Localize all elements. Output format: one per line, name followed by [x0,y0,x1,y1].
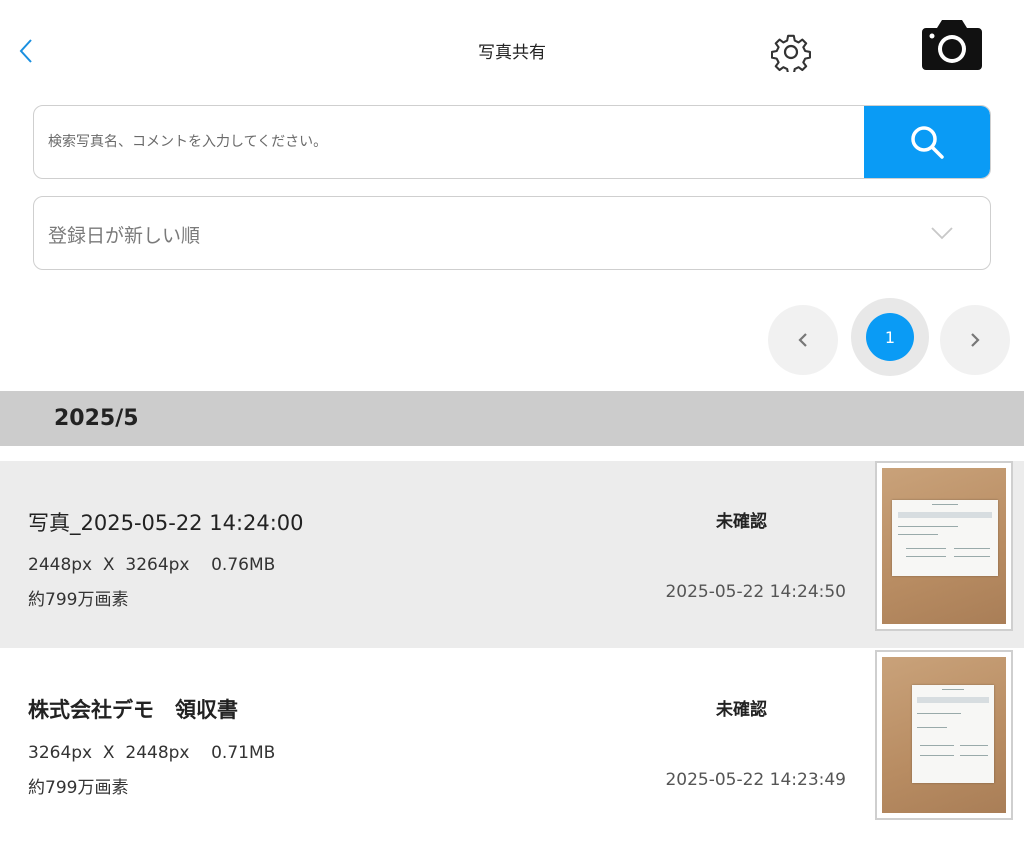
search-button[interactable] [864,106,990,178]
sort-dropdown[interactable]: 登録日が新しい順 [33,196,991,270]
photo-name: 株式会社デモ 領収書 [28,698,238,722]
photo-megapixels: 約799万画素 [28,778,129,798]
chevron-left-icon [19,39,32,63]
photo-name: 写真_2025-05-22 14:24:00 [28,511,304,535]
photo-thumbnail[interactable] [875,650,1013,820]
receipt-photo-image [882,657,1006,813]
chevron-left-icon [798,333,807,347]
photo-dimensions: 3264px X 2448px 0.71MB [28,743,276,763]
photo-thumbnail[interactable] [875,461,1013,631]
search-input[interactable] [34,106,864,178]
page-title: 写真共有 [478,43,546,63]
current-page-button[interactable]: 1 [851,298,929,376]
photo-dimensions: 2448px X 3264px 0.76MB [28,555,276,575]
status-badge: 未確認 [716,700,767,720]
receipt-photo-image [882,468,1006,624]
photo-list-item[interactable]: 株式会社デモ 領収書 3264px X 2448px 0.71MB 約799万画… [0,648,1024,828]
gear-icon [771,34,811,72]
settings-button[interactable] [769,30,813,74]
search-icon [911,126,944,159]
sort-selected-value: 登録日が新しい順 [48,225,201,247]
photo-list-item[interactable]: 写真_2025-05-22 14:24:00 2448px X 3264px 0… [0,461,1024,648]
photo-date: 2025-05-22 14:23:49 [665,770,846,790]
next-page-button[interactable] [940,305,1010,375]
month-section-header: 2025/5 [0,391,1024,446]
status-badge: 未確認 [716,512,767,532]
prev-page-button[interactable] [768,305,838,375]
navigation-header: 写真共有 [0,0,1024,100]
camera-icon [922,20,982,70]
photo-megapixels: 約799万画素 [28,590,129,610]
camera-button[interactable] [918,16,986,74]
receipt-document-image [892,500,998,576]
chevron-right-icon [971,333,980,347]
chevron-down-icon [931,227,953,240]
receipt-document-image [912,685,994,783]
search-bar [33,105,991,179]
photo-date: 2025-05-22 14:24:50 [665,582,846,602]
back-button[interactable] [12,34,40,68]
month-label: 2025/5 [54,406,139,431]
current-page-number: 1 [866,313,914,361]
